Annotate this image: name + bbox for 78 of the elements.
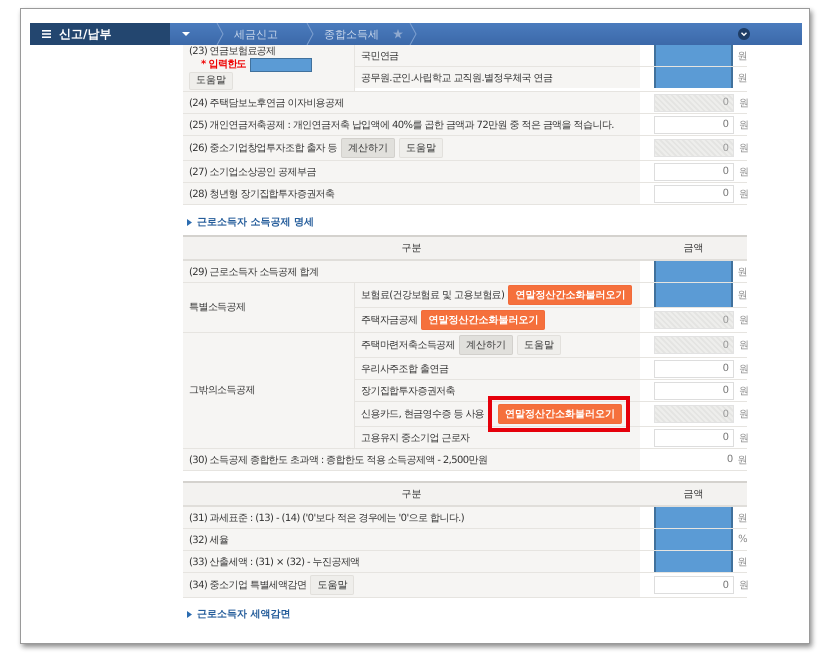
unit-label: 원 (739, 579, 748, 592)
section-link[interactable]: 근로소득자 소득공제 명세 (197, 215, 314, 229)
calculate-button[interactable]: 계산하기 (341, 138, 396, 158)
amount-field[interactable]: 0 (654, 162, 734, 180)
row-label: (26) 중소기업창업투자조합 출자 등 (189, 142, 338, 155)
row-label: (34) 중소기업 특별세액감면 (189, 579, 306, 592)
help-button[interactable]: 도움말 (399, 138, 444, 158)
chevron-icon (409, 23, 417, 45)
amount-field[interactable]: 0 (654, 382, 734, 400)
calculate-button[interactable]: 계산하기 (459, 335, 514, 355)
unit-label: 원 (739, 188, 748, 200)
row-label: (32) 세율 (189, 534, 229, 546)
row-label: 보험료(건강보험료 및 고용보험료) (361, 289, 504, 302)
column-header: 금액 (682, 488, 704, 501)
unit-label: 원 (739, 384, 748, 398)
row-label: (24) 주택담보노후연금 이자비용공제 (189, 96, 344, 110)
triangle-icon (187, 218, 192, 226)
unit-label: 원 (739, 408, 748, 421)
unit-label: 원 (739, 339, 748, 352)
unit-label: 원 (739, 362, 748, 376)
star-icon[interactable] (393, 29, 403, 39)
amount-field[interactable]: 0 (654, 360, 734, 378)
unit-label: 원 (739, 314, 748, 327)
import-button[interactable]: 연말정산간소화불러오기 (421, 310, 546, 330)
unit-label: 원 (738, 512, 747, 524)
row-label: 그밖의소득공제 (189, 384, 255, 396)
row-label: (33) 산출세액 : (31) × (32) - 누진공제액 (189, 556, 360, 568)
unit-label: 원 (739, 96, 748, 110)
row-label: 특별소득공제 (189, 302, 246, 314)
unit-label: 원 (738, 556, 747, 568)
row-label: 공무원.군인.사립학교 교직원.별정우체국 연금 (361, 72, 552, 84)
row-label: (23) 연금보험료공제 (189, 46, 276, 58)
chevron-icon (216, 23, 224, 45)
amount-field[interactable]: 0 (654, 576, 734, 594)
unit-label: 원 (738, 289, 747, 302)
column-header: 금액 (682, 242, 704, 255)
import-button[interactable]: 연말정산간소화불러오기 (498, 404, 622, 424)
column-header: 구분 (400, 242, 422, 255)
row-label: (30) 소득공제 종합한도 초과액 : 종합한도 적용 소득공제액 - 2,500만원 (189, 454, 488, 466)
row-label: (29) 근로소득자 소득공제 합계 (189, 266, 318, 278)
row-label: (25) 개인연금저축공제 : 개인연금저축 납입액에 40%를 곱한 금액과 72만원 중 적은 금액을 적습니다. (189, 118, 614, 132)
row-label: (27) 소기업소상공인 공제부금 (189, 166, 316, 178)
unit-label: 원 (739, 432, 748, 444)
help-button[interactable]: 도움말 (310, 575, 354, 595)
unit-label: 원 (738, 266, 747, 278)
amount-field[interactable]: 0 (654, 116, 734, 134)
breadcrumb-link[interactable]: 세금신고 (234, 26, 278, 42)
column-header: 구분 (400, 488, 422, 501)
triangle-icon (187, 610, 192, 618)
amount-value: 0 (726, 454, 733, 465)
unit-label: 원 (738, 454, 747, 466)
amount-field[interactable]: 0 (654, 428, 734, 446)
help-button[interactable]: 도움말 (189, 72, 233, 90)
row-label: 주택마련저축소득공제 (361, 339, 456, 352)
unit-label: 원 (739, 118, 748, 132)
row-label: 주택자금공제 (361, 314, 418, 327)
caret-icon[interactable] (182, 31, 190, 37)
section-link[interactable]: 근로소득자 세액감면 (197, 607, 290, 621)
row-label: (28) 청년형 장기집합투자증권저축 (189, 188, 334, 200)
row-label: 장기집합투자증권저축 (361, 384, 456, 398)
row-label: 신용카드, 현금영수증 등 사용 (361, 408, 484, 421)
unit-label: 원 (739, 166, 748, 178)
unit-label: % (738, 534, 747, 545)
row-label: (31) 과세표준 : (13) - (14) ('0'보다 적은 경우에는 '0'으로 합니다.) (189, 512, 464, 524)
unit-label: 원 (738, 50, 747, 62)
row-label: 국민연금 (361, 50, 399, 62)
limit-note: * 입력한도 (201, 59, 246, 71)
chevron-icon (306, 23, 314, 45)
expand-icon[interactable] (738, 28, 750, 40)
breadcrumb-link[interactable]: 종합소득세 (324, 26, 379, 42)
menu-icon[interactable] (42, 30, 51, 38)
unit-label: 원 (739, 142, 748, 155)
help-button[interactable]: 도움말 (517, 335, 562, 355)
import-button[interactable]: 연말정산간소화불러오기 (508, 285, 632, 305)
row-label: 우리사주조합 출연금 (361, 362, 448, 376)
amount-field[interactable]: 0 (654, 184, 734, 202)
row-label: 고용유지 중소기업 근로자 (361, 432, 470, 444)
unit-label: 원 (738, 72, 747, 84)
